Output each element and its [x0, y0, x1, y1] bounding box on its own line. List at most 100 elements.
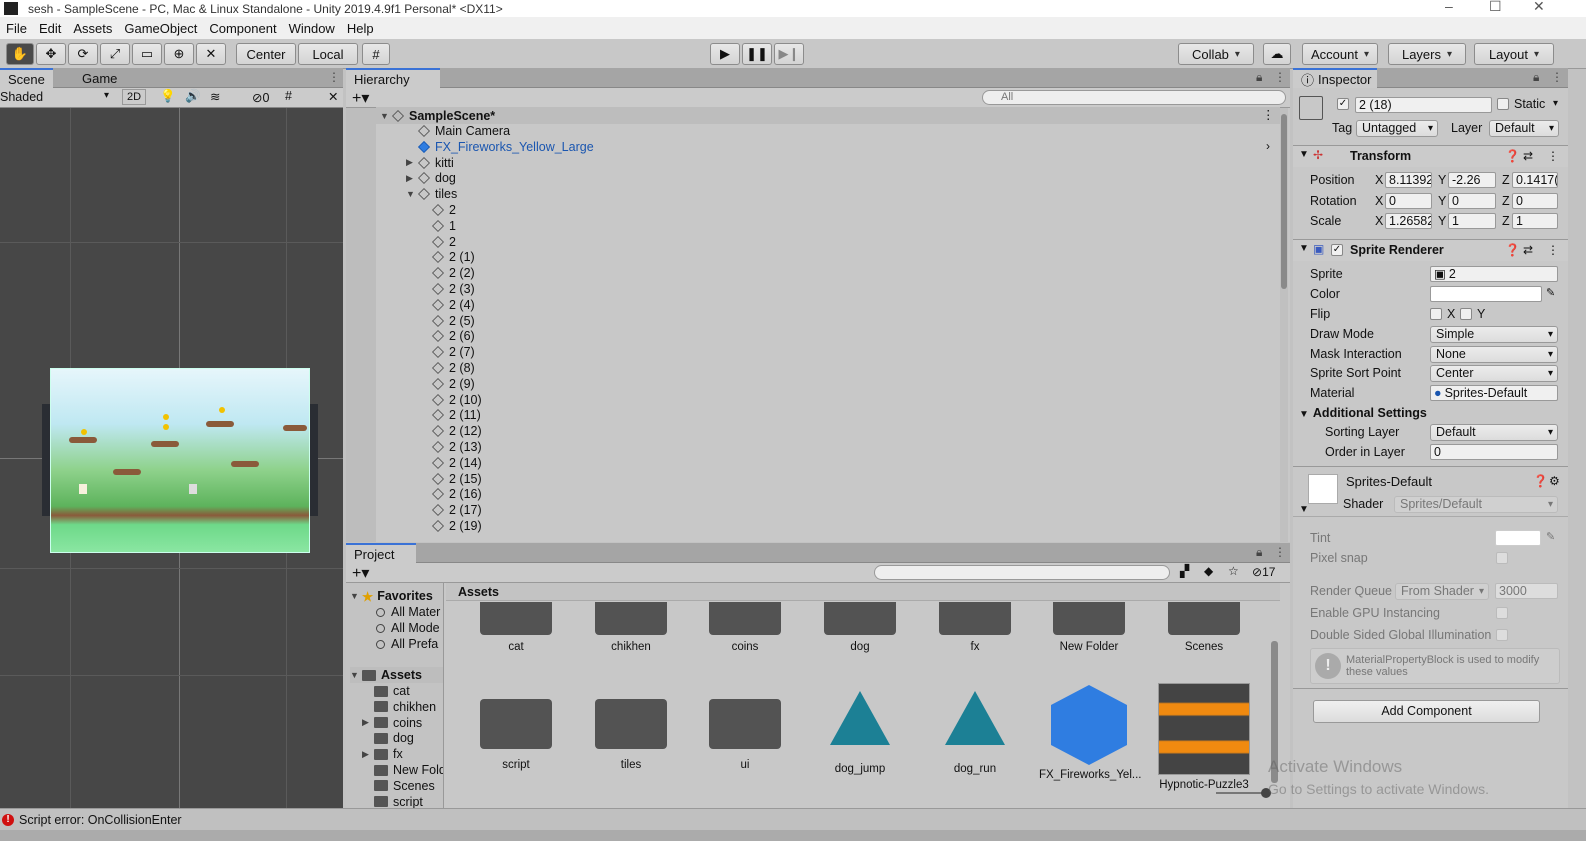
collab-dropdown[interactable]: Collab: [1178, 43, 1254, 65]
hand-tool-icon[interactable]: ✋: [6, 43, 34, 65]
tab-game[interactable]: Game: [74, 68, 125, 88]
rotation-z-field[interactable]: 0: [1512, 193, 1558, 209]
scale-z-field[interactable]: 1: [1512, 213, 1558, 229]
asset-folder[interactable]: script: [466, 683, 566, 771]
menu-gameobject[interactable]: GameObject: [118, 21, 203, 36]
scale-x-field[interactable]: 1.26582: [1385, 213, 1432, 229]
create-add-icon[interactable]: +▾: [352, 88, 369, 108]
collapse-arrow-icon[interactable]: ▼: [1299, 504, 1309, 515]
collapse-arrow-icon[interactable]: ▼: [1299, 409, 1309, 420]
asset-animation[interactable]: dog_jump: [810, 683, 910, 775]
menu-assets[interactable]: Assets: [67, 21, 118, 36]
move-tool-icon[interactable]: ✥: [36, 43, 66, 65]
hierarchy-item[interactable]: 2 (1): [432, 249, 475, 265]
flip-y-checkbox[interactable]: [1460, 308, 1472, 320]
position-y-field[interactable]: -2.26: [1448, 172, 1496, 188]
audio-icon[interactable]: 🔊: [185, 89, 201, 104]
collapse-arrow-icon[interactable]: ▼: [1299, 243, 1309, 254]
preset-icon[interactable]: ⇄: [1523, 149, 1533, 163]
minimize-icon[interactable]: –: [1445, 0, 1453, 14]
project-tree-folder[interactable]: script: [362, 794, 423, 808]
favorite-item[interactable]: All Mode: [376, 620, 440, 636]
maximize-icon[interactable]: ☐: [1489, 0, 1502, 15]
static-dropdown-icon[interactable]: ▾: [1553, 98, 1558, 109]
project-search-input[interactable]: [874, 565, 1170, 580]
favorite-star-icon[interactable]: ☆: [1228, 564, 1239, 578]
hierarchy-item[interactable]: 1: [432, 218, 456, 234]
scrollbar-thumb[interactable]: [1281, 114, 1287, 289]
project-tree-folder[interactable]: ▶ fx: [362, 746, 403, 762]
eyedropper-icon[interactable]: ✎: [1546, 530, 1555, 543]
rotate-tool-icon[interactable]: ⟳: [68, 43, 98, 65]
hierarchy-item[interactable]: ▶ kitti: [406, 155, 454, 171]
draw-mode-dropdown[interactable]: Simple: [1430, 326, 1558, 343]
asset-folder[interactable]: coins: [695, 602, 795, 653]
scene-tools-icon[interactable]: ✕: [328, 89, 338, 104]
asset-folder[interactable]: cat: [466, 602, 566, 653]
favorites-section[interactable]: ▼ ★ Favorites: [350, 588, 433, 604]
shading-dropdown[interactable]: Shaded ▾: [0, 90, 115, 104]
create-add-icon[interactable]: +▾: [352, 563, 369, 583]
hierarchy-item[interactable]: 2 (3): [432, 281, 475, 297]
scene-root-row[interactable]: ▼ SampleScene* ⋮: [376, 107, 1280, 124]
shader-dropdown[interactable]: Sprites/Default: [1394, 496, 1558, 513]
hierarchy-item[interactable]: 2: [432, 202, 456, 218]
gpu-instancing-checkbox[interactable]: [1496, 607, 1508, 619]
tab-inspector[interactable]: ⓘ Inspector: [1293, 68, 1377, 88]
asset-folder[interactable]: fx: [925, 602, 1025, 653]
menu-edit[interactable]: Edit: [33, 21, 67, 36]
search-by-type-icon[interactable]: ▞: [1180, 564, 1189, 578]
hierarchy-item[interactable]: 2 (17): [432, 502, 482, 518]
asset-folder[interactable]: chikhen: [581, 602, 681, 653]
project-tree-folder[interactable]: cat: [362, 683, 410, 699]
zoom-slider[interactable]: [1216, 792, 1266, 794]
favorite-item[interactable]: All Prefa: [376, 636, 438, 652]
cloud-icon[interactable]: ☁: [1263, 43, 1291, 65]
help-icon[interactable]: ❓: [1505, 243, 1520, 257]
mask-interaction-dropdown[interactable]: None: [1430, 346, 1558, 363]
tab-project[interactable]: Project: [346, 543, 416, 563]
render-queue-dropdown[interactable]: From Shader: [1395, 583, 1489, 600]
rotation-x-field[interactable]: 0: [1385, 193, 1432, 209]
scene-view-game-preview[interactable]: [50, 368, 310, 553]
hierarchy-item[interactable]: 2 (13): [432, 439, 482, 455]
assets-section[interactable]: ▼ Assets: [350, 667, 443, 683]
rect-tool-icon[interactable]: ▭: [132, 43, 162, 65]
object-name-field[interactable]: 2 (18): [1355, 97, 1492, 113]
pixel-snap-checkbox[interactable]: [1496, 552, 1508, 564]
lock-icon[interactable]: 🔒︎: [1533, 70, 1539, 85]
project-tree-folder[interactable]: ▶ coins: [362, 715, 422, 731]
settings-gear-icon[interactable]: ⚙: [1549, 474, 1560, 488]
hierarchy-item[interactable]: 2: [432, 234, 456, 250]
asset-folder[interactable]: ui: [695, 683, 795, 771]
project-tree-folder[interactable]: New Fold: [362, 762, 443, 778]
pause-button[interactable]: ❚❚: [742, 43, 772, 65]
transform-header[interactable]: ▼ ✢ Transform ❓ ⇄ ⋮: [1293, 145, 1568, 167]
layers-dropdown[interactable]: Layers: [1388, 43, 1466, 65]
expand-arrow-icon[interactable]: ▼: [350, 670, 362, 680]
help-icon[interactable]: ❓: [1533, 474, 1548, 488]
asset-folder[interactable]: tiles: [581, 683, 681, 771]
hidden-objects-icon[interactable]: ⊘0: [252, 90, 269, 105]
tab-hierarchy[interactable]: Hierarchy: [346, 68, 440, 88]
hierarchy-item[interactable]: ▶ dog: [406, 170, 456, 186]
component-menu-icon[interactable]: ⋮: [1547, 149, 1559, 163]
active-checkbox[interactable]: ✓: [1337, 98, 1349, 110]
menu-file[interactable]: File: [0, 21, 33, 36]
hierarchy-item[interactable]: 2 (15): [432, 471, 482, 487]
menu-window[interactable]: Window: [283, 21, 341, 36]
sprite-renderer-enabled-checkbox[interactable]: ✓: [1331, 244, 1343, 256]
scene-menu-icon[interactable]: ⋮: [328, 70, 340, 84]
hierarchy-item[interactable]: 2 (8): [432, 360, 475, 376]
hierarchy-item[interactable]: 2 (19): [432, 518, 482, 534]
hierarchy-item[interactable]: 2 (9): [432, 376, 475, 392]
status-bar[interactable]: ! Script error: OnCollisionEnter: [0, 808, 1586, 830]
hierarchy-item[interactable]: 2 (6): [432, 328, 475, 344]
hierarchy-item[interactable]: Main Camera: [418, 123, 510, 139]
search-by-label-icon[interactable]: ◆: [1204, 564, 1213, 578]
project-tree-folder[interactable]: dog: [362, 730, 414, 746]
hierarchy-item[interactable]: 2 (4): [432, 297, 475, 313]
account-dropdown[interactable]: Account: [1302, 43, 1378, 65]
position-x-field[interactable]: 8.11392: [1385, 172, 1432, 188]
sort-point-dropdown[interactable]: Center: [1430, 365, 1558, 382]
